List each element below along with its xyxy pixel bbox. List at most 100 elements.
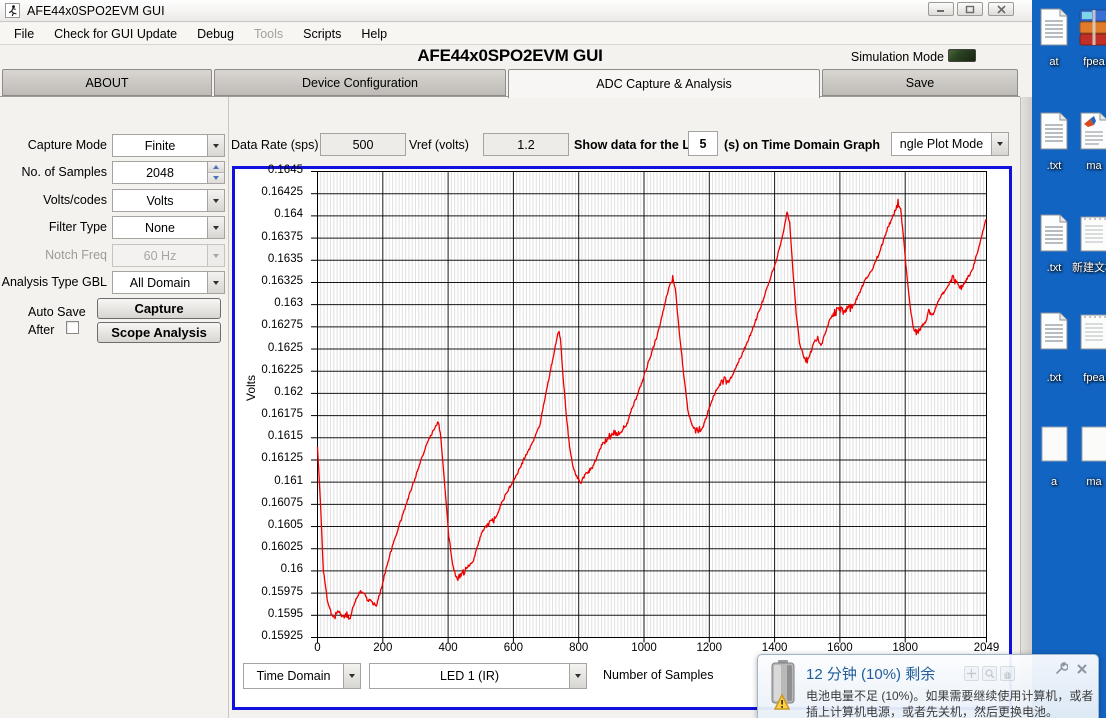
x-tick-label: 1400 bbox=[761, 642, 788, 654]
simulation-mode-led[interactable] bbox=[948, 49, 976, 62]
x-tick-label: 1600 bbox=[827, 642, 853, 654]
plot-mode-value: ngle Plot Mode bbox=[899, 137, 984, 151]
desktop-icon-label: ma bbox=[1086, 476, 1102, 488]
filter-type-dropdown[interactable]: None bbox=[112, 216, 225, 239]
auto-save-checkbox[interactable] bbox=[66, 321, 79, 334]
no-of-samples-spinner[interactable]: 2048 bbox=[112, 161, 225, 184]
x-tick-label: 2049 bbox=[973, 642, 1000, 654]
titlebar[interactable]: AFE44x0SPO2EVM GUI bbox=[0, 0, 1032, 22]
notification-body-line1: 电池电量不足 (10%)。如果需要继续使用计算机，或者 bbox=[806, 689, 1094, 703]
window-right-edge bbox=[1020, 97, 1032, 718]
spinner-buttons[interactable] bbox=[207, 162, 224, 183]
battery-notification: 12 分钟 (10%) 剩余 电池电量不足 (10%)。如果需要继续使用计算机，… bbox=[757, 654, 1099, 718]
data-rate-label: Data Rate (sps) bbox=[231, 138, 319, 152]
tab-save[interactable]: Save bbox=[822, 69, 1018, 96]
labview-app-icon bbox=[5, 3, 20, 18]
y-tick-label: 0.161 bbox=[274, 474, 303, 487]
file-icon bbox=[1074, 425, 1106, 468]
vref-value[interactable]: 1.2 bbox=[483, 133, 569, 156]
y-tick-label: 0.16025 bbox=[261, 541, 303, 554]
desktop-icon-2[interactable] bbox=[1034, 112, 1074, 155]
desktop-icon-8[interactable] bbox=[1034, 425, 1074, 468]
y-tick-label: 0.1625 bbox=[267, 341, 303, 354]
desktop-icon-7[interactable] bbox=[1074, 312, 1106, 355]
desktop-icon-9[interactable] bbox=[1074, 425, 1106, 468]
signal-dropdown[interactable]: LED 1 (IR) bbox=[369, 663, 587, 689]
menu-item-check-for-gui-update[interactable]: Check for GUI Update bbox=[44, 24, 187, 44]
window-title: AFE44x0SPO2EVM GUI bbox=[27, 4, 165, 18]
control-label-2: Volts/codes bbox=[43, 193, 107, 207]
desktop-icon-0[interactable] bbox=[1034, 8, 1074, 51]
desktop-icon-label: 新建文档 bbox=[1072, 262, 1106, 274]
domain-dropdown[interactable]: Time Domain bbox=[243, 663, 361, 689]
notification-title: 12 分钟 (10%) 剩余 bbox=[806, 666, 936, 683]
show-last-input[interactable]: 5 bbox=[688, 131, 718, 156]
notification-close-icon[interactable] bbox=[1076, 662, 1088, 681]
chevron-down-icon bbox=[343, 664, 360, 688]
notification-body-line2: 插上计算机电源，或者先关机，然后更换电池。 bbox=[806, 705, 1059, 718]
panel-divider bbox=[228, 97, 229, 718]
desktop-icon-4[interactable] bbox=[1034, 214, 1074, 257]
control-value-0: Finite bbox=[144, 138, 176, 153]
chevron-down-icon bbox=[207, 272, 224, 293]
menu-item-scripts[interactable]: Scripts bbox=[293, 24, 351, 44]
x-tick-label: 1200 bbox=[696, 642, 723, 654]
auto-save-label-line2: After bbox=[28, 323, 55, 337]
control-value-2: Volts bbox=[146, 193, 174, 208]
crosshair-tool-icon bbox=[964, 666, 979, 681]
text-file-icon bbox=[1034, 312, 1074, 355]
capture-button[interactable]: Capture bbox=[97, 298, 221, 319]
y-tick-label: 0.16 bbox=[280, 563, 303, 576]
notch-freq-dropdown[interactable]: 60 Hz bbox=[112, 244, 225, 267]
menu-item-debug[interactable]: Debug bbox=[187, 24, 244, 44]
desktop-icon-1[interactable] bbox=[1074, 8, 1106, 51]
plot-mode-dropdown[interactable]: ngle Plot Mode bbox=[891, 132, 1009, 156]
spinner-up-icon[interactable] bbox=[208, 162, 224, 173]
y-tick-label: 0.16175 bbox=[261, 408, 303, 421]
control-value-4: 60 Hz bbox=[143, 248, 177, 263]
maximize-button[interactable] bbox=[957, 2, 983, 16]
menu-item-file[interactable]: File bbox=[4, 24, 44, 44]
control-label-5: Analysis Type GBL bbox=[1, 275, 107, 289]
data-rate-value[interactable]: 500 bbox=[320, 133, 406, 156]
y-tick-label: 0.16375 bbox=[261, 230, 303, 243]
tab-adc-capture-analysis[interactable]: ADC Capture & Analysis bbox=[508, 69, 820, 98]
notepad-file-icon bbox=[1074, 214, 1106, 257]
spinner-down-icon[interactable] bbox=[208, 173, 224, 183]
notepad-file-icon bbox=[1074, 312, 1106, 355]
winrar-archive-icon bbox=[1074, 8, 1106, 51]
x-tick-label: 0 bbox=[314, 642, 321, 654]
analysis-type-gbl-dropdown[interactable]: All Domain bbox=[112, 271, 225, 294]
x-tick-label: 400 bbox=[438, 642, 458, 654]
chevron-down-icon bbox=[207, 190, 224, 211]
y-tick-label: 0.1635 bbox=[267, 252, 303, 265]
menu-item-help[interactable]: Help bbox=[351, 24, 397, 44]
app-window: AFE44x0SPO2EVM GUI File Check for GUI Upd… bbox=[0, 0, 1032, 718]
wrench-icon[interactable] bbox=[1054, 662, 1069, 681]
x-tick-label: 200 bbox=[373, 642, 393, 654]
y-tick-label: 0.1645 bbox=[267, 164, 303, 176]
desktop-icon-6[interactable] bbox=[1034, 312, 1074, 355]
battery-warning-icon bbox=[771, 660, 795, 710]
tab-about[interactable]: ABOUT bbox=[2, 69, 212, 96]
control-label-3: Filter Type bbox=[48, 220, 107, 234]
vref-label: Vref (volts) bbox=[409, 138, 469, 152]
close-button[interactable] bbox=[988, 2, 1014, 16]
show-last-suffix: (s) on Time Domain Graph bbox=[724, 138, 881, 152]
y-tick-label: 0.164 bbox=[274, 208, 303, 221]
desktop-icon-5[interactable] bbox=[1074, 214, 1106, 257]
menu-item-tools[interactable]: Tools bbox=[244, 24, 293, 44]
desktop-icon-3[interactable] bbox=[1074, 112, 1106, 155]
control-label-1: No. of Samples bbox=[21, 165, 107, 179]
menu-bar: File Check for GUI Update Debug Tools Script… bbox=[0, 23, 1032, 45]
x-tick-label: 1800 bbox=[892, 642, 918, 654]
y-tick-label: 0.16425 bbox=[261, 186, 303, 199]
x-tick-label: 800 bbox=[569, 642, 589, 654]
scope-analysis-button[interactable]: Scope Analysis bbox=[97, 322, 221, 343]
capture-mode-dropdown[interactable]: Finite bbox=[112, 134, 225, 157]
y-tick-label: 0.15925 bbox=[261, 630, 303, 642]
control-value-5: All Domain bbox=[129, 275, 191, 290]
minimize-button[interactable] bbox=[928, 2, 954, 16]
tab-device-configuration[interactable]: Device Configuration bbox=[214, 69, 506, 96]
volts-codes-dropdown[interactable]: Volts bbox=[112, 189, 225, 212]
